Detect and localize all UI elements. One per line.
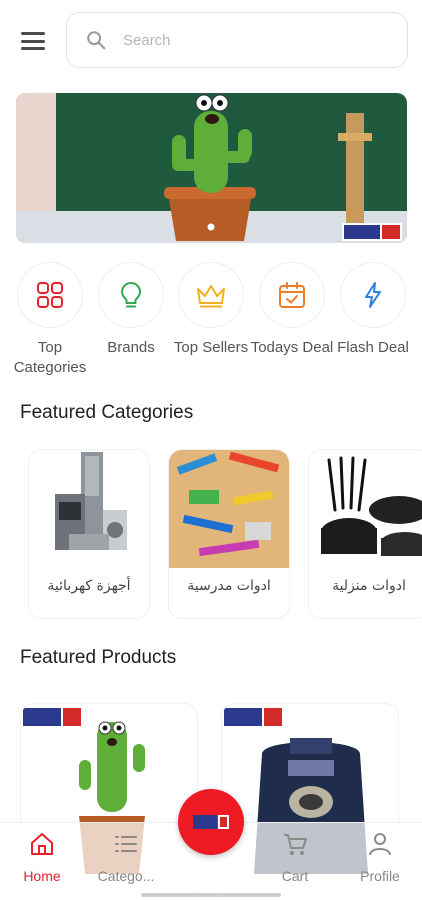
promo-banner[interactable] — [16, 93, 407, 243]
home-icon — [31, 833, 53, 855]
category-image — [309, 450, 422, 568]
quick-link-label: Top Categories — [13, 339, 87, 376]
category-card[interactable]: ادوات مدرسية — [168, 449, 290, 619]
quick-link-label: Top Sellers — [173, 339, 249, 356]
category-label: ادوات مدرسية — [187, 578, 271, 594]
category-card[interactable]: أجهزة كهربائية — [28, 449, 150, 619]
quick-link-circle — [178, 262, 244, 328]
nav-label: Cart — [281, 868, 309, 884]
featured-categories-title: Featured Categories — [20, 402, 194, 423]
categories-grid-icon — [37, 282, 63, 308]
home-indicator — [141, 893, 281, 897]
quick-link-circle — [340, 262, 406, 328]
category-label: ادوات منزلية — [332, 578, 406, 594]
quick-link-top-categories[interactable]: Top Categories — [8, 262, 92, 378]
quick-link-circle — [98, 262, 164, 328]
search-icon — [87, 31, 106, 50]
quick-link-label: Todays Deal — [250, 339, 334, 356]
category-image — [169, 450, 289, 568]
quick-link-circle — [17, 262, 83, 328]
store-logo-button[interactable] — [178, 789, 244, 855]
quick-link-todays-deal[interactable]: Todays Deal — [250, 262, 334, 358]
calendar-check-icon — [279, 282, 305, 308]
menu-icon[interactable] — [20, 30, 46, 52]
nav-label: Home — [23, 868, 61, 884]
nav-home[interactable]: Home — [2, 831, 82, 884]
nav-label: Catego... — [97, 868, 155, 884]
category-label: أجهزة كهربائية — [47, 578, 131, 594]
lightning-icon — [365, 282, 381, 308]
list-icon — [115, 836, 137, 852]
banner-image — [16, 93, 407, 243]
quick-link-top-sellers[interactable]: Top Sellers — [169, 262, 253, 358]
search-input[interactable] — [123, 31, 363, 49]
category-card[interactable]: ادوات منزلية — [308, 449, 422, 619]
store-logo-icon — [193, 815, 229, 829]
nav-cart[interactable]: Cart — [255, 831, 335, 884]
quick-link-flash-deal[interactable]: Flash Deal — [331, 262, 415, 358]
category-image — [29, 450, 149, 568]
featured-products-title: Featured Products — [20, 647, 177, 668]
quick-link-brands[interactable]: Brands — [89, 262, 173, 358]
nav-categories[interactable]: Catego... — [86, 831, 166, 884]
quick-link-label: Brands — [107, 339, 155, 356]
quick-link-label: Flash Deal — [337, 339, 409, 356]
nav-profile[interactable]: Profile — [340, 831, 420, 884]
cart-icon — [284, 834, 307, 855]
crown-icon — [197, 285, 225, 308]
quick-links: Top Categories Brands Top Sellers Todays… — [0, 262, 422, 382]
nav-label: Profile — [360, 868, 400, 884]
profile-icon — [369, 833, 391, 856]
quick-link-circle — [259, 262, 325, 328]
search-bar[interactable] — [66, 12, 408, 68]
bulb-icon — [120, 281, 142, 308]
